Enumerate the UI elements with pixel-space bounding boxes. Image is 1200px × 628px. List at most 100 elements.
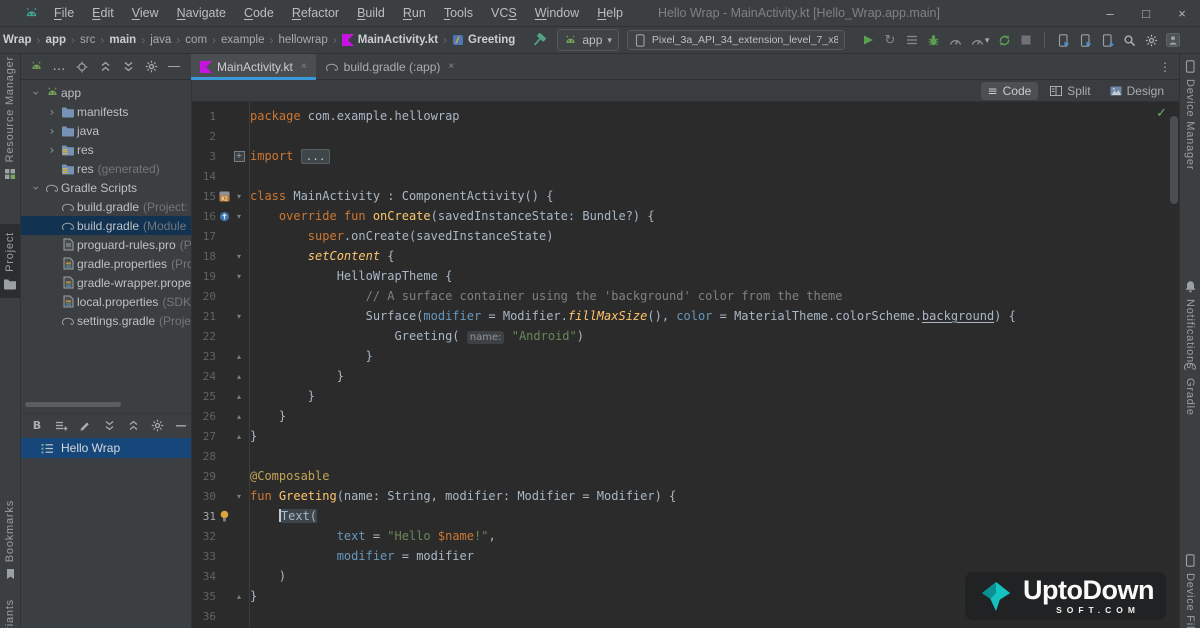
settings-button[interactable] [144,58,158,76]
locate-file-button[interactable] [75,58,89,76]
fold-marker-icon[interactable]: ▴ [232,352,246,361]
tree-item-gradle-properties[interactable]: gradle.properties(Proje [21,254,191,273]
menu-code[interactable]: Code [235,6,283,20]
virtual-device-button[interactable] [1078,31,1092,49]
menu-vcs[interactable]: VCS [482,6,526,20]
tool-button-build-variants[interactable]: Build Variants [0,599,20,628]
menu-window[interactable]: Window [526,6,588,20]
tree-item-build-gradle[interactable]: build.gradle(Module :a [21,216,191,235]
bulb-gutter-icon[interactable] [216,510,232,522]
hide-panel-button[interactable]: — [167,58,181,76]
breadcrumb-item[interactable]: Wrap [3,34,32,46]
breadcrumb-item[interactable]: MainActivity.kt [342,34,438,46]
run-with-coverage-button[interactable] [905,31,919,49]
menu-build[interactable]: Build [348,6,394,20]
close-tab-icon[interactable]: × [448,61,454,72]
tool-button-resource-manager[interactable]: Resource Manager [0,56,20,180]
close-tab-icon[interactable]: × [301,61,307,72]
menu-refactor[interactable]: Refactor [283,6,348,20]
inspections-status-icon[interactable]: ✓ [1156,106,1167,121]
hide-panel-button[interactable]: — [174,417,188,435]
code-line[interactable]: HelloWrapTheme { [250,266,1179,286]
fold-marker-icon[interactable]: ▾ [232,272,246,281]
fold-marker-icon[interactable]: ▴ [232,412,246,421]
close-button[interactable]: × [1164,0,1200,26]
tree-item-proguard-rules-pro[interactable]: proguard-rules.pro(Pro [21,235,191,254]
editor-scrollbar[interactable] [1170,116,1178,204]
edit-button[interactable] [78,417,92,435]
mode-code-button[interactable]: ≡Code [981,82,1039,100]
code-line[interactable]: package com.example.hellowrap [250,106,1179,126]
code-line[interactable]: text = "Hello $name!", [250,526,1179,546]
code-line[interactable]: } [250,346,1179,366]
tree-item-local-properties[interactable]: local.properties(SDK Lo [21,292,191,311]
code-line[interactable] [250,166,1179,186]
mode-split-button[interactable]: Split [1043,82,1097,100]
minimize-button[interactable]: – [1092,0,1128,26]
breadcrumb-item[interactable]: main [109,34,136,46]
sort-button[interactable]: B [30,417,44,435]
fold-marker-icon[interactable]: ▴ [232,392,246,401]
tree-item-settings-gradle[interactable]: settings.gradle(Project [21,311,191,330]
mode-design-button[interactable]: Design [1103,82,1171,100]
fold-marker-icon[interactable]: ▾ [232,192,246,201]
settings-button[interactable] [150,417,164,435]
build-hammer-icon[interactable] [531,33,547,48]
breadcrumb-item[interactable]: app [46,34,66,46]
tree-chevron-icon[interactable]: › [45,144,59,156]
code-line[interactable]: // A surface container using the 'backgr… [250,286,1179,306]
breadcrumb-item[interactable]: hellowrap [279,34,328,46]
maximize-button[interactable]: □ [1128,0,1164,26]
menu-run[interactable]: Run [394,6,435,20]
tree-item-gradle-scripts[interactable]: ›Gradle Scripts [21,178,191,197]
breadcrumb-item[interactable]: java [150,34,171,46]
tool-button-project[interactable]: Project [0,224,20,298]
tree-item-res[interactable]: ›res [21,140,191,159]
code-editor[interactable]: 123+1415K2▾16▾1718▾19▾2021▾2223▴24▴25▴26… [192,102,1179,628]
settings-button[interactable] [1144,31,1158,49]
code-line[interactable] [250,446,1179,466]
breadcrumb-item[interactable]: src [80,34,95,46]
tree-chevron-icon[interactable]: › [30,86,42,100]
tool-button-device-manager[interactable]: Device Manager [1180,60,1200,170]
tree-chevron-icon[interactable]: › [30,181,42,195]
code-line[interactable]: class MainActivity : ComponentActivity()… [250,186,1179,206]
project-scrollbar[interactable] [25,402,121,407]
more-icon[interactable]: … [52,58,66,76]
code-line[interactable]: @Composable [250,466,1179,486]
fold-marker-icon[interactable]: ▴ [232,372,246,381]
tab-options-icon[interactable]: ⋮ [1151,54,1179,79]
breadcrumb-item[interactable]: example [221,34,264,46]
code-line[interactable]: Text( [250,506,1179,526]
code-line[interactable]: fun Greeting(name: String, modifier: Mod… [250,486,1179,506]
fold-marker-icon[interactable]: + [232,151,246,162]
code-line[interactable]: } [250,386,1179,406]
code-line[interactable]: override fun onCreate(savedInstanceState… [250,206,1179,226]
code-line[interactable]: modifier = modifier [250,546,1179,566]
menu-edit[interactable]: Edit [83,6,123,20]
debug-button[interactable] [927,31,941,49]
code-line[interactable]: } [250,366,1179,386]
tab-mainactivity-kt[interactable]: MainActivity.kt× [191,54,316,79]
profile-button[interactable] [1166,31,1180,49]
device-manager-button[interactable] [1056,31,1070,49]
run-configuration-item[interactable]: Hello Wrap [21,438,191,458]
tree-item-app[interactable]: ›app [21,83,191,102]
tree-item-res[interactable]: res(generated) [21,159,191,178]
rerun-button[interactable]: ↻ [883,31,897,49]
code-line[interactable]: Greeting( name: "Android") [250,326,1179,346]
tree-item-java[interactable]: ›java [21,121,191,140]
tree-item-build-gradle[interactable]: build.gradle(Project: H [21,197,191,216]
code-line[interactable]: setContent { [250,246,1179,266]
fold-marker-icon[interactable]: ▾ [232,212,246,221]
kclass-gutter-icon[interactable]: K2 [216,191,232,202]
tool-button-gradle[interactable]: Gradle [1180,360,1200,416]
device-select[interactable]: Pixel_3a_API_34_extension_level_7_x86… [627,30,845,50]
tree-item-manifests[interactable]: ›manifests [21,102,191,121]
tree-chevron-icon[interactable]: › [45,106,59,118]
menu-view[interactable]: View [123,6,168,20]
fold-marker-icon[interactable]: ▾ [232,312,246,321]
stop-button[interactable] [1019,31,1033,49]
breadcrumb-item[interactable]: com [185,34,207,46]
add-configuration-button[interactable] [54,417,68,435]
